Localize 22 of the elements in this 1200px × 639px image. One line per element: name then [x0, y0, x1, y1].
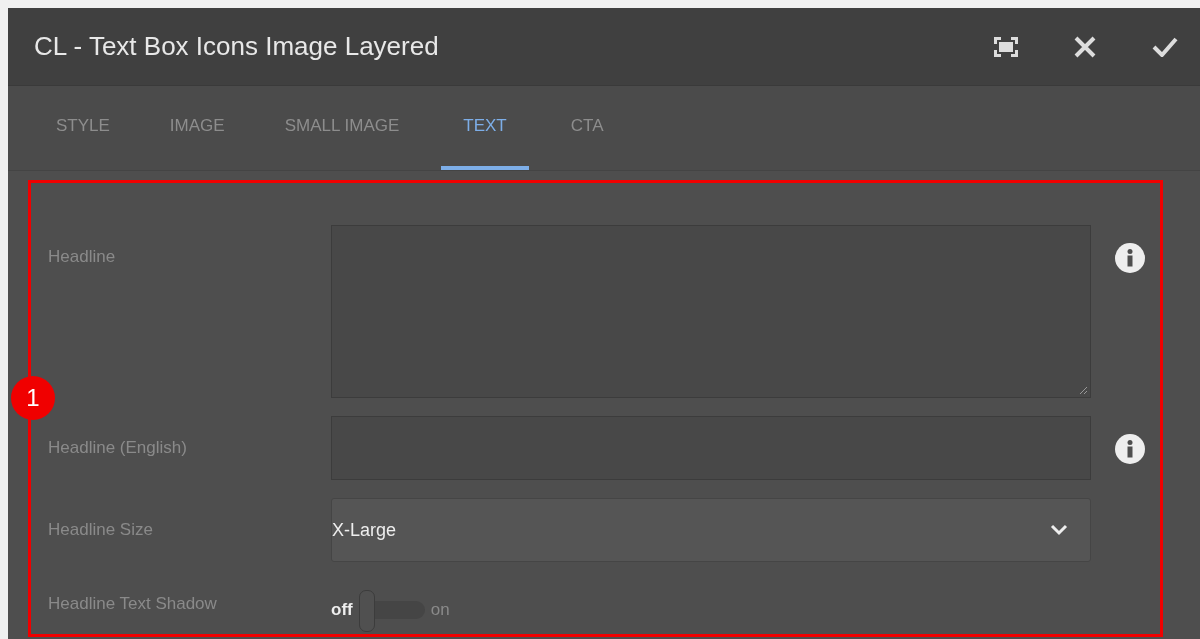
chevron-down-icon [1050, 524, 1068, 536]
dialog-title: CL - Text Box Icons Image Layered [34, 31, 440, 62]
info-icon[interactable] [1115, 243, 1145, 273]
toggle-label: off [331, 600, 353, 620]
toggle-label: on [430, 600, 450, 620]
field-label: Headline Text Shadow [48, 593, 218, 614]
tab[interactable]: TEXT [441, 86, 529, 170]
tab[interactable]: SMALL IMAGE [266, 86, 418, 170]
field-label: Headline Size [48, 519, 154, 540]
input-field[interactable] [331, 225, 1091, 398]
annotation-number: 1 [11, 376, 55, 420]
close-icon[interactable] [1074, 35, 1096, 58]
tab[interactable]: STYLE [38, 86, 128, 170]
fullscreen-icon[interactable] [994, 36, 1018, 57]
tab[interactable]: CTA [552, 86, 622, 170]
checkmark-icon[interactable] [1152, 36, 1178, 57]
field-label: Headline [48, 246, 117, 267]
tab[interactable]: IMAGE [151, 86, 243, 170]
resize-grip-icon[interactable] [1079, 386, 1088, 395]
field-label: Headline (English) [48, 437, 188, 458]
size-dropdown[interactable]: X-Large [331, 498, 1091, 562]
info-icon[interactable] [1115, 434, 1145, 464]
